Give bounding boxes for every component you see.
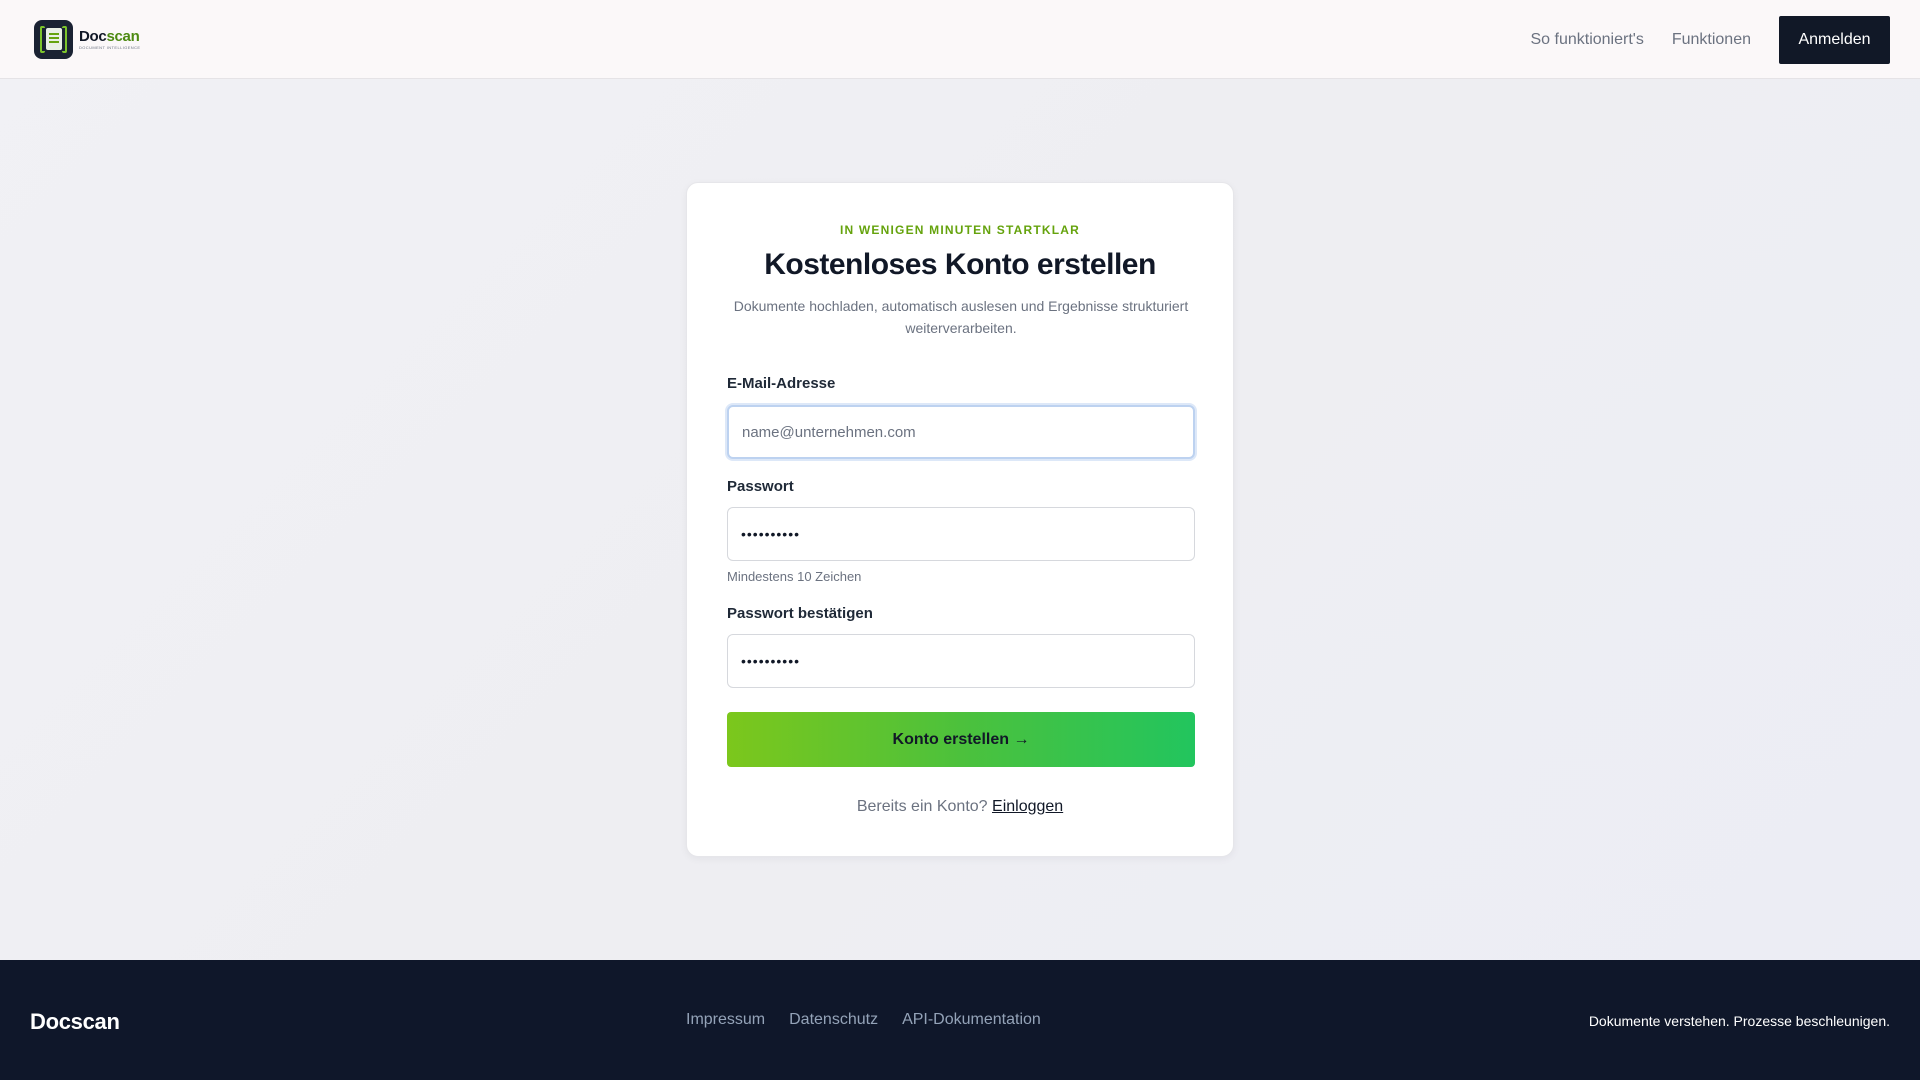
footer-link-datenschutz[interactable]: Datenschutz [789, 1011, 878, 1029]
eyebrow-text: IN WENIGEN MINUTEN STARTKLAR [839, 223, 1081, 237]
password-field[interactable] [727, 507, 1195, 561]
footer-brand[interactable]: Docscan [30, 1009, 120, 1035]
confirm-password-field[interactable] [727, 634, 1195, 688]
logo-name: Docscan [79, 27, 140, 45]
footer: Docscan Impressum Datenschutz API-Dokume… [0, 960, 1920, 1080]
email-label: E-Mail-Adresse [727, 375, 836, 392]
top-header: Docscan DOCUMENT INTELLIGENCE So funktio… [0, 0, 1920, 79]
footer-tagline: Dokumente verstehen. Prozesse beschleuni… [1588, 1013, 1890, 1029]
confirm-password-label: Passwort bestätigen [727, 605, 873, 622]
docscan-logo-icon [34, 20, 73, 59]
nav-link-how-it-works[interactable]: So funktioniert's [1530, 16, 1643, 64]
footer-link-impressum[interactable]: Impressum [686, 1011, 765, 1029]
signup-card: IN WENIGEN MINUTEN STARTKLAR Kostenloses… [686, 182, 1234, 857]
nav-link-features[interactable]: Funktionen [1672, 16, 1751, 64]
logo[interactable]: Docscan DOCUMENT INTELLIGENCE [34, 20, 140, 59]
login-button[interactable]: Anmelden [1779, 16, 1890, 64]
main-nav: So funktioniert's Funktionen Anmelden [1530, 16, 1890, 64]
email-field[interactable] [727, 405, 1195, 459]
footer-link-api-docs[interactable]: API-Dokumentation [902, 1011, 1041, 1029]
password-hint: Mindestens 10 Zeichen [727, 569, 862, 584]
password-label: Passwort [727, 478, 794, 495]
page-title: Kostenloses Konto erstellen [764, 248, 1156, 281]
signin-link[interactable]: Einloggen [992, 798, 1063, 815]
logo-tagline: DOCUMENT INTELLIGENCE [79, 44, 141, 50]
create-account-button[interactable]: Konto erstellen → [727, 712, 1195, 767]
signin-row: Bereits ein Konto? Einloggen [687, 798, 1233, 816]
page-subtitle: Dokumente hochladen, automatisch auslese… [733, 298, 1189, 336]
signin-prompt: Bereits ein Konto? [856, 798, 988, 815]
footer-links: Impressum Datenschutz API-Dokumentation [686, 1011, 1041, 1029]
